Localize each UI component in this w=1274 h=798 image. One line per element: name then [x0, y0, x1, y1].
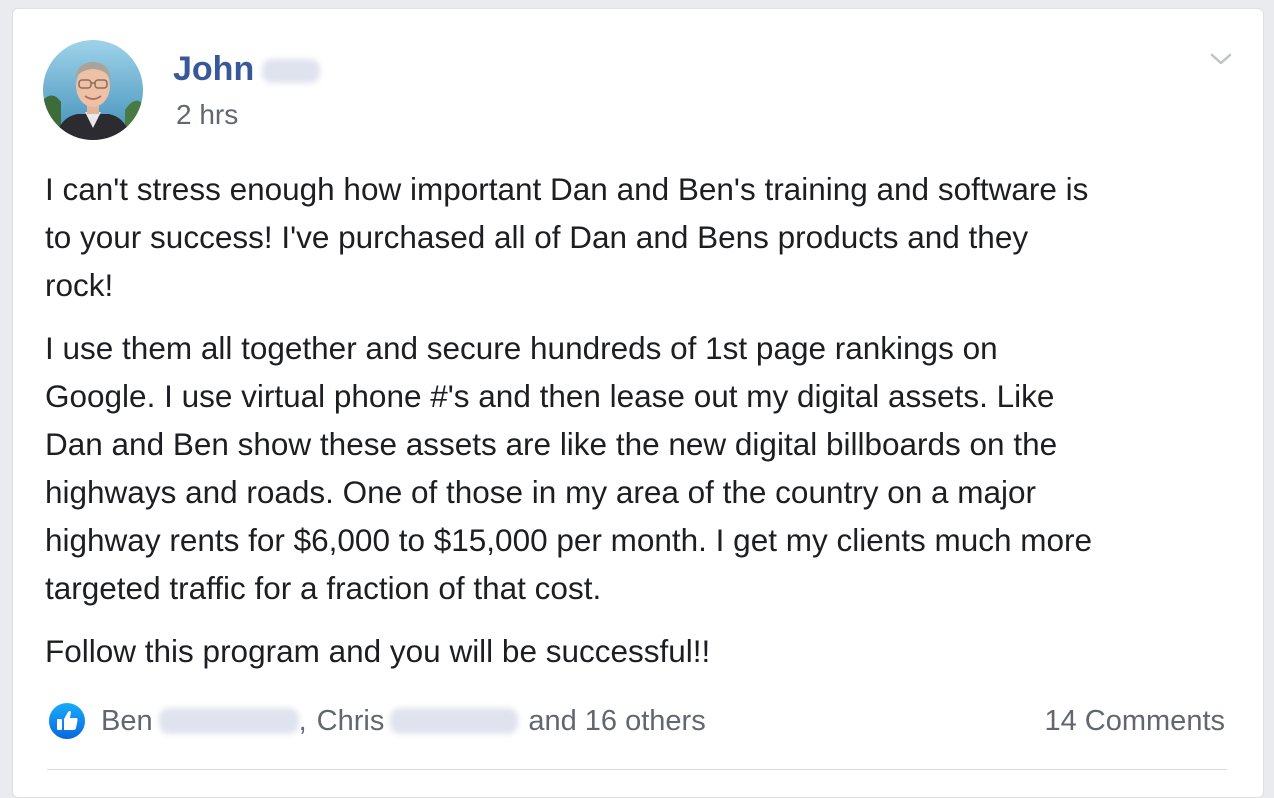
- reactor-first-name[interactable]: Ben: [101, 705, 153, 738]
- divider: [47, 769, 1227, 770]
- reactor-last-name-redacted: [158, 708, 299, 734]
- post-line: Dan and Ben show these assets are like t…: [45, 426, 1058, 462]
- comments-count-link[interactable]: 14 Comments: [1044, 701, 1225, 741]
- post-line: highway rents for $6,000 to $15,000 per …: [45, 522, 1093, 558]
- post-line: to your success! I've purchased all of D…: [45, 219, 1029, 255]
- post-line: targeted traffic for a fraction of that …: [45, 570, 602, 606]
- post-line: I use them all together and secure hundr…: [45, 330, 998, 366]
- avatar[interactable]: [43, 40, 143, 140]
- post-paragraph: Follow this program and you will be succ…: [45, 627, 1250, 675]
- reactor-first-name[interactable]: Chris: [317, 705, 385, 738]
- post-line: Follow this program and you will be succ…: [45, 633, 711, 669]
- post-line: highways and roads. One of those in my a…: [45, 474, 1037, 510]
- author-first-name[interactable]: John: [173, 50, 254, 88]
- author-name[interactable]: John: [173, 49, 321, 89]
- reactor-last-name-redacted: [390, 708, 519, 734]
- post-body: I can't stress enough how important Dan …: [45, 165, 1250, 690]
- post-line: Google. I use virtual phone #'s and then…: [45, 378, 1055, 414]
- post-line: rock!: [45, 267, 114, 303]
- reactor-separator: ,: [298, 704, 307, 737]
- author-last-name-redacted: [262, 59, 321, 84]
- reactions-summary[interactable]: Ben , Chris and 16 others: [47, 701, 706, 741]
- post-line: I can't stress enough how important Dan …: [45, 171, 1089, 207]
- chevron-down-icon[interactable]: [1209, 47, 1233, 71]
- post-card: John 2 hrs I can't stress enough how imp…: [12, 8, 1264, 798]
- reactions-others[interactable]: and 16 others: [528, 705, 705, 738]
- post-paragraph: I can't stress enough how important Dan …: [45, 165, 1250, 309]
- post-paragraph: I use them all together and secure hundr…: [45, 324, 1250, 612]
- post-timestamp[interactable]: 2 hrs: [176, 99, 238, 131]
- like-icon: [47, 701, 87, 741]
